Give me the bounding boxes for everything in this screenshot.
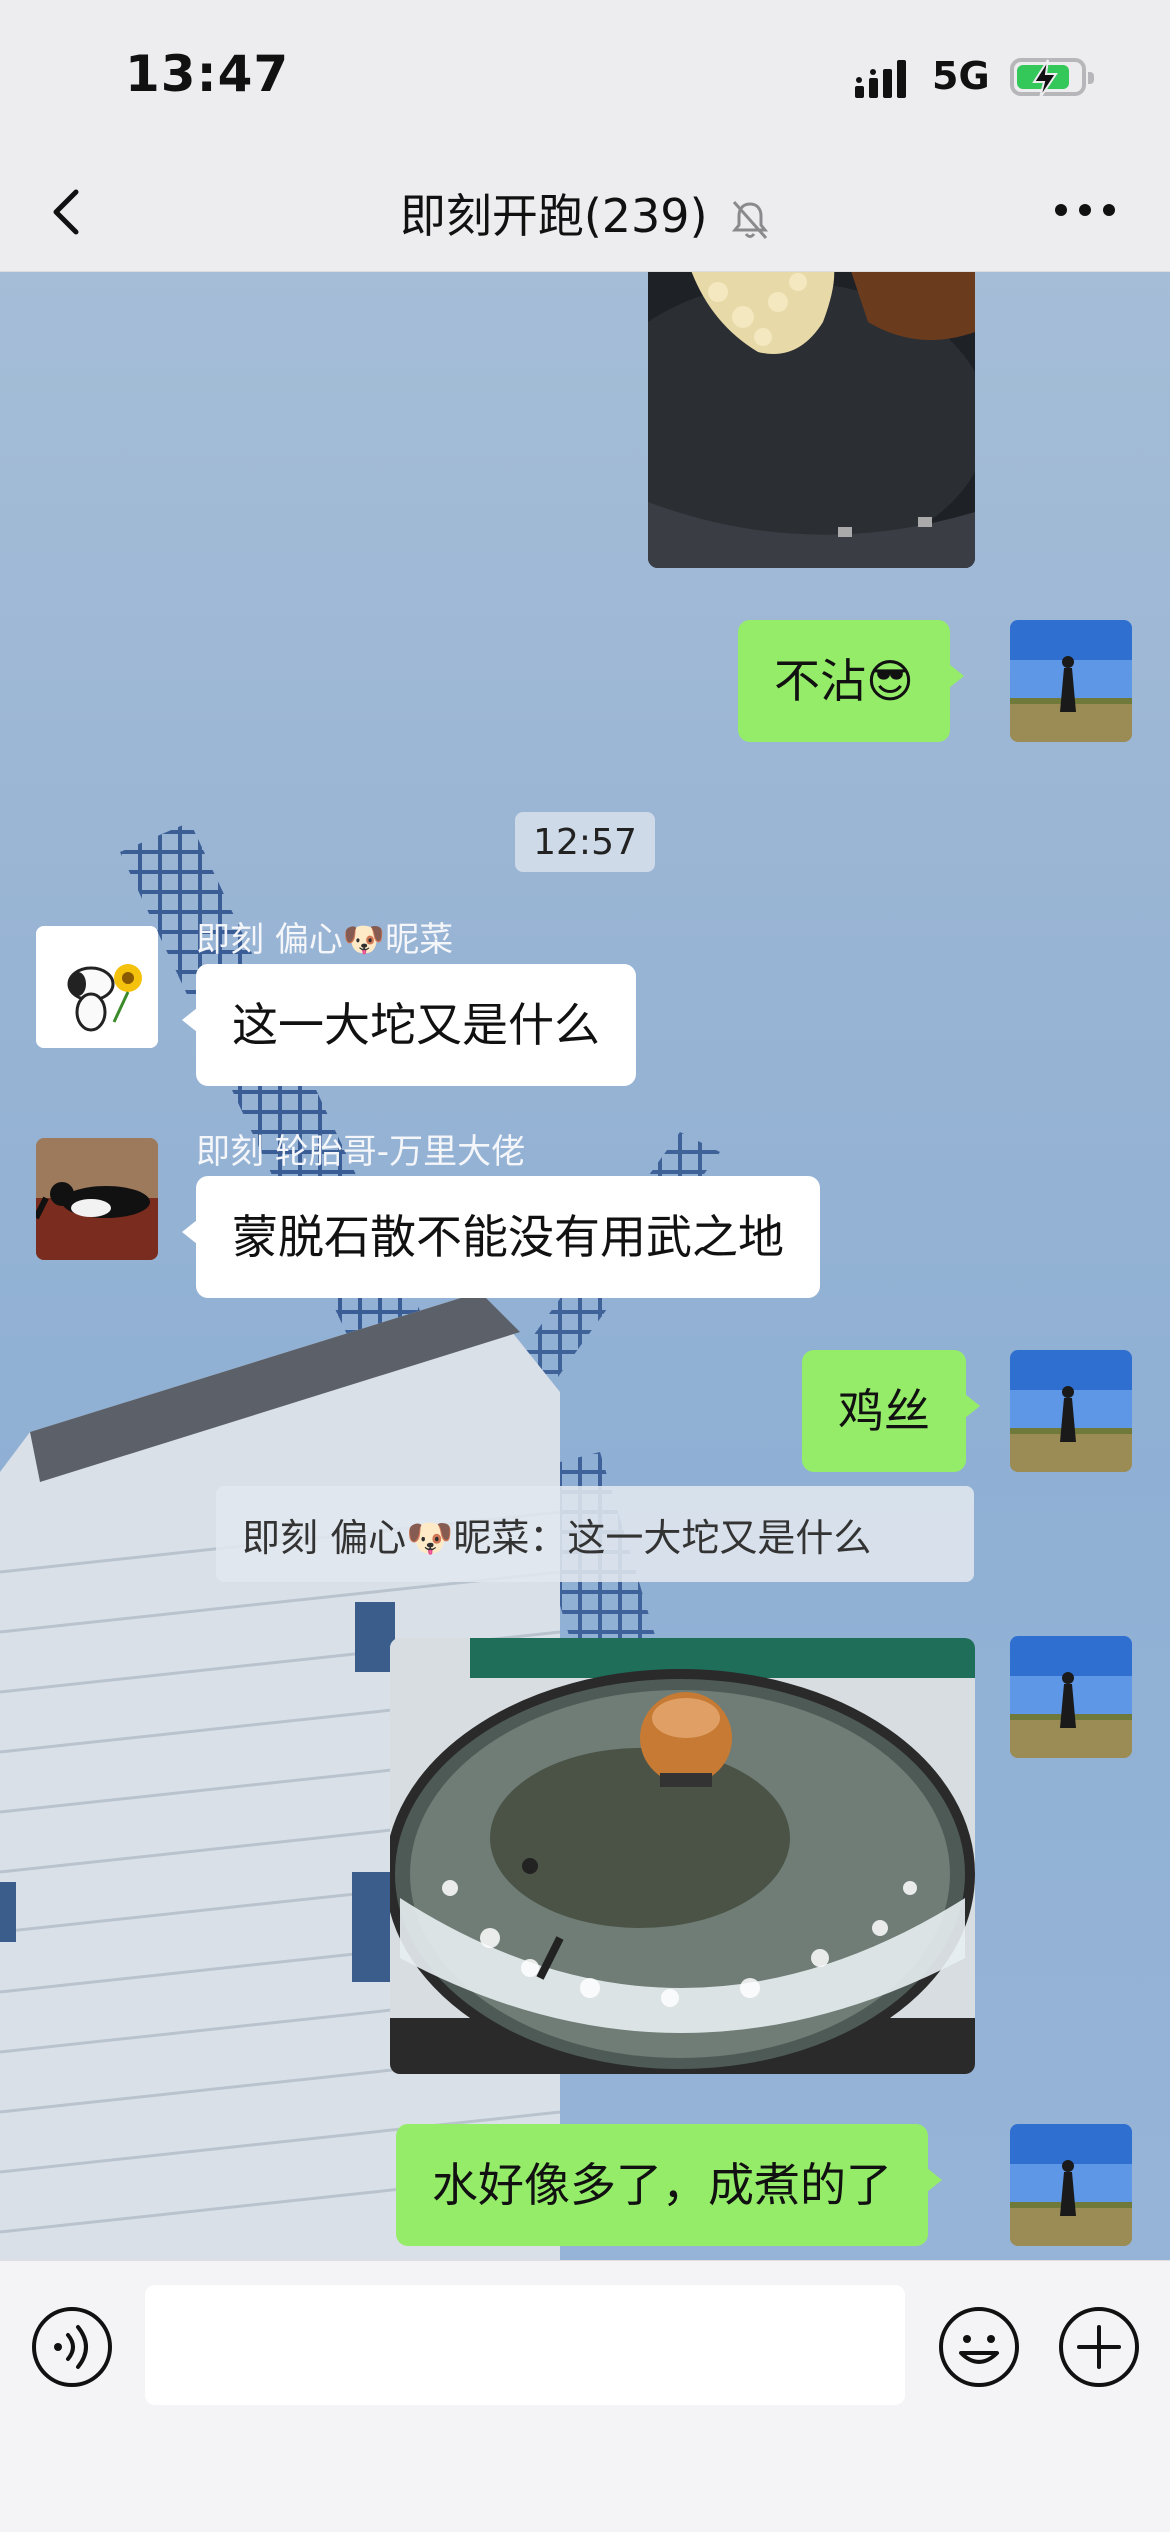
message-image-pan[interactable] [648,272,975,568]
avatar-photo [1010,620,1132,742]
status-bar: 13:47 5G [0,0,1170,150]
message-input[interactable] [145,2285,905,2405]
emoji-icon[interactable] [937,2305,1021,2389]
network-type: 5G [932,54,990,98]
avatar-photo [1010,2124,1132,2246]
my-avatar[interactable] [1010,2124,1132,2246]
avatar-photo [1010,1636,1132,1758]
message-bubble-me[interactable]: 水好像多了，成煮的了 [396,2124,942,2246]
message-text: 不沾😎 [774,654,914,708]
cat-avatar-image [36,1138,158,1260]
avatar-snoopy[interactable] [36,926,158,1048]
avatar-cat[interactable] [36,1138,158,1260]
pot-photo [390,1638,975,2074]
more-dots-icon[interactable] [1050,190,1120,230]
quoted-message[interactable]: 即刻 偏心🐶昵菜：这一大坨又是什么 [216,1486,974,1582]
timestamp: 12:57 [515,812,655,872]
message-text: 鸡丝 [838,1384,930,1438]
chat-title: 即刻开跑(239) [0,180,1170,246]
avatar-photo [1010,1350,1132,1472]
message-bubble-me[interactable]: 鸡丝 [802,1350,980,1472]
sender-name: 即刻 轮胎哥-万里大佬 [196,1132,526,1172]
message-text: 这一大坨又是什么 [232,998,600,1052]
battery-charging-icon [1010,58,1094,99]
status-time: 13:47 [125,45,290,103]
message-image-pot[interactable] [390,1638,975,2074]
bell-muted-icon [732,200,769,239]
sender-name: 即刻 偏心🐶昵菜 [196,920,454,960]
my-avatar[interactable] [1010,1350,1132,1472]
plus-icon[interactable] [1057,2305,1141,2389]
pan-photo [648,272,975,568]
message-bubble-other[interactable]: 这一大坨又是什么 [182,964,636,1086]
snoopy-avatar-image [36,926,158,1048]
signal-bars-icon [855,60,906,98]
chat-area[interactable]: 不沾😎 12:57 即刻 偏心🐶昵菜 这一大坨又是什么 即刻 轮胎哥-万里大佬 … [0,272,1170,2260]
my-avatar[interactable] [1010,1636,1132,1758]
quoted-message-text: 即刻 偏心🐶昵菜：这一大坨又是什么 [242,1515,872,1560]
nav-bar: 即刻开跑(239) [0,150,1170,272]
my-avatar[interactable] [1010,620,1132,742]
message-bubble-other[interactable]: 蒙脱石散不能没有用武之地 [182,1176,820,1298]
message-text: 蒙脱石散不能没有用武之地 [232,1210,784,1264]
input-bar [0,2260,1170,2532]
voice-icon[interactable] [30,2305,114,2389]
message-text: 水好像多了，成煮的了 [432,2158,892,2212]
message-bubble-me[interactable]: 不沾😎 [738,620,964,742]
chat-title-text: 即刻开跑(239) [399,189,708,243]
